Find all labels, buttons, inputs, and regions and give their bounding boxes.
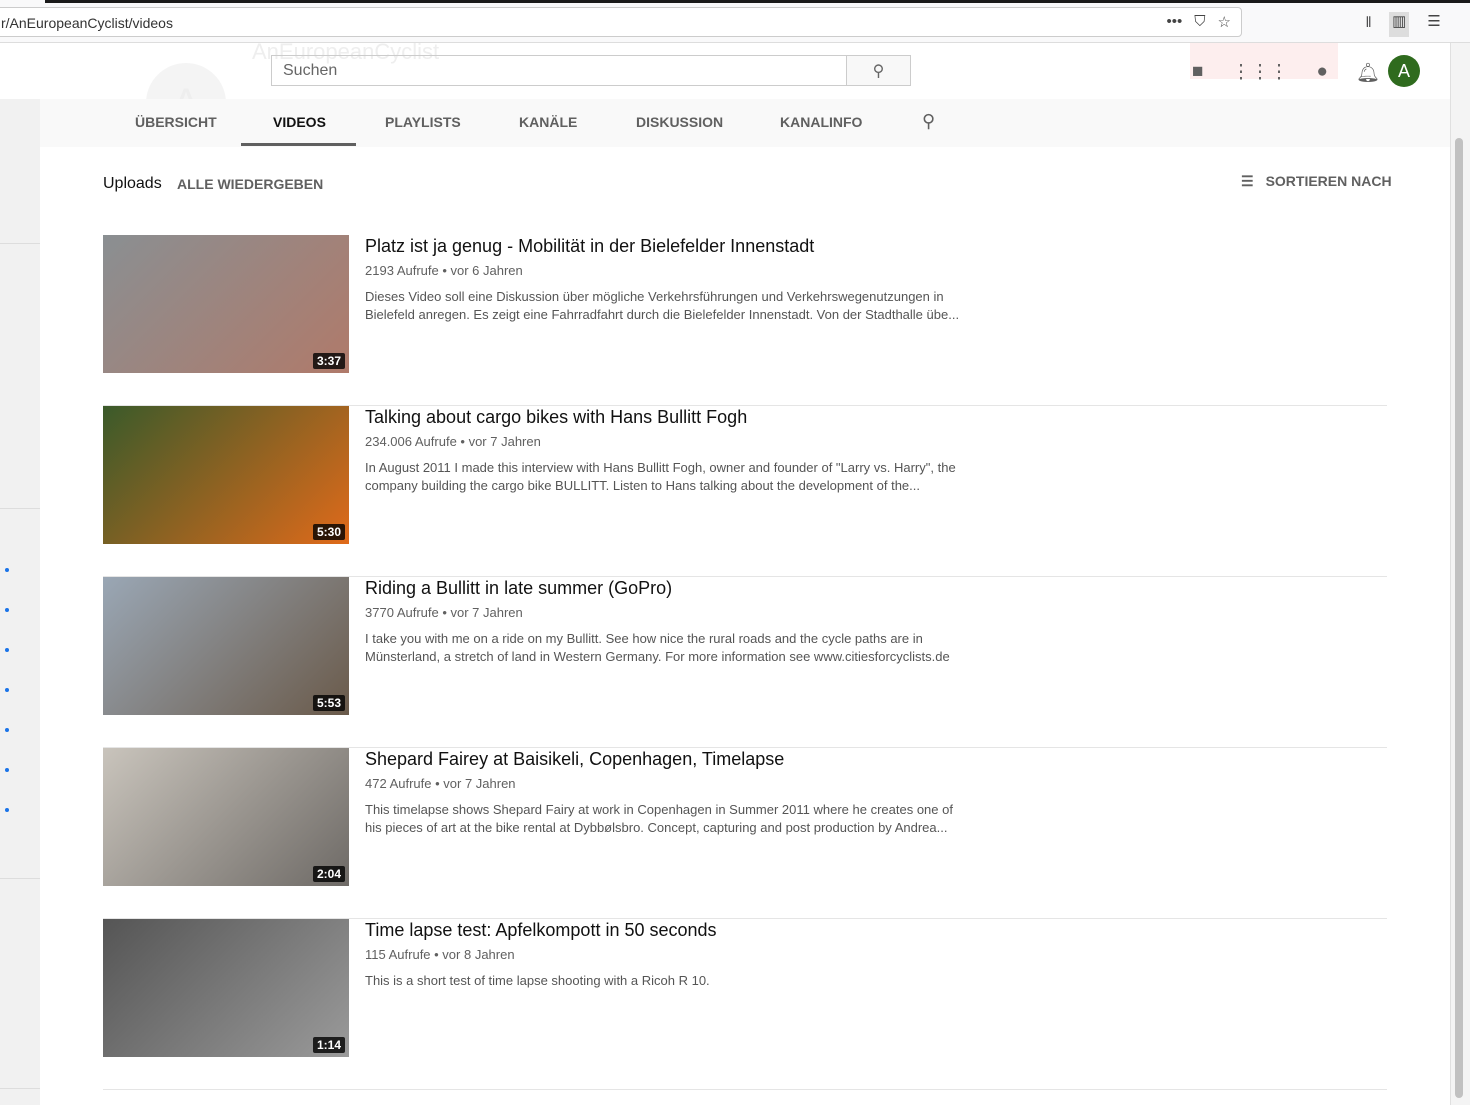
guide-sidebar bbox=[0, 99, 40, 1105]
video-title[interactable]: Talking about cargo bikes with Hans Bull… bbox=[365, 407, 747, 428]
video-meta: 2193 Aufrufe • vor 6 Jahren bbox=[365, 263, 523, 278]
tab-diskussion[interactable]: DISKUSSION bbox=[636, 114, 723, 130]
masthead: A AnEuropeanCyclist Suchen ⚲ ■ ⋮⋮⋮ ● 🔔︎ … bbox=[0, 39, 1450, 143]
browser-toolbar: r/AnEuropeanCyclist/videos ••• ⛉ ☆ 𝍪 ▥ ☰ bbox=[0, 0, 1470, 43]
video-duration: 5:53 bbox=[312, 695, 345, 711]
user-avatar[interactable]: A bbox=[1388, 55, 1420, 87]
uploads-heading: Uploads bbox=[103, 175, 162, 192]
channel-search-icon[interactable]: ⚲ bbox=[922, 111, 935, 132]
video-duration: 3:37 bbox=[312, 353, 345, 369]
play-all-button[interactable]: ALLE WIEDERGEBEN bbox=[177, 176, 323, 192]
scrollbar[interactable] bbox=[1450, 43, 1470, 1105]
tab-strip bbox=[45, 0, 1470, 3]
video-thumbnail[interactable]: 1:14 bbox=[103, 919, 349, 1057]
tab-playlists[interactable]: PLAYLISTS bbox=[385, 114, 461, 130]
video-row[interactable]: 2:04 Shepard Fairey at Baisikeli, Copenh… bbox=[103, 748, 1387, 919]
video-duration: 1:14 bbox=[312, 1037, 345, 1053]
search-input[interactable]: Suchen bbox=[271, 55, 847, 86]
video-row[interactable]: 5:53 Riding a Bullitt in late summer (Go… bbox=[103, 577, 1387, 748]
apps-grid-icon[interactable]: ⋮⋮⋮ bbox=[1231, 61, 1288, 85]
video-title[interactable]: Shepard Fairey at Baisikeli, Copenhagen,… bbox=[365, 749, 784, 770]
video-duration: 2:04 bbox=[312, 866, 345, 882]
tab-kanalinfo[interactable]: KANALINFO bbox=[780, 114, 862, 130]
address-bar[interactable]: r/AnEuropeanCyclist/videos ••• ⛉ ☆ bbox=[0, 7, 1242, 37]
channel-tabs: ÜBERSICHT VIDEOS PLAYLISTS KANÄLE DISKUS… bbox=[40, 99, 1450, 147]
sort-icon: ☰ bbox=[1241, 173, 1254, 189]
tab-videos[interactable]: VIDEOS bbox=[273, 114, 326, 130]
video-thumbnail[interactable]: 5:53 bbox=[103, 577, 349, 715]
sort-button[interactable]: ☰ SORTIEREN NACH bbox=[1241, 173, 1392, 190]
video-title[interactable]: Riding a Bullitt in late summer (GoPro) bbox=[365, 578, 672, 599]
menu-icon[interactable]: ☰ bbox=[1427, 12, 1440, 37]
video-meta: 472 Aufrufe • vor 7 Jahren bbox=[365, 776, 516, 791]
video-row[interactable]: 3:37 Platz ist ja genug - Mobilität in d… bbox=[103, 235, 1387, 406]
video-description: I take you with me on a ride on my Bulli… bbox=[365, 631, 950, 664]
notifications-bell-icon[interactable]: 🔔︎ bbox=[1356, 61, 1380, 85]
video-meta: 115 Aufrufe • vor 8 Jahren bbox=[365, 947, 515, 962]
tab-kanaele[interactable]: KANÄLE bbox=[519, 114, 577, 130]
sort-label: SORTIEREN NACH bbox=[1265, 173, 1392, 189]
create-video-icon[interactable]: ■ bbox=[1192, 61, 1203, 85]
video-row[interactable]: 5:30 Talking about cargo bikes with Hans… bbox=[103, 406, 1387, 577]
video-thumbnail[interactable]: 2:04 bbox=[103, 748, 349, 886]
video-description: This is a short test of time lapse shoot… bbox=[365, 973, 710, 988]
video-title[interactable]: Time lapse test: Apfelkompott in 50 seco… bbox=[365, 920, 717, 941]
bookmark-star-icon[interactable]: ☆ bbox=[1218, 13, 1231, 31]
library-icon[interactable]: 𝍪 bbox=[1366, 12, 1371, 37]
video-meta: 234.006 Aufrufe • vor 7 Jahren bbox=[365, 434, 541, 449]
video-description: Dieses Video soll eine Diskussion über m… bbox=[365, 289, 960, 322]
video-duration: 5:30 bbox=[312, 524, 345, 540]
video-thumbnail[interactable]: 3:37 bbox=[103, 235, 349, 373]
video-title[interactable]: Platz ist ja genug - Mobilität in der Bi… bbox=[365, 236, 814, 257]
messages-icon[interactable]: ● bbox=[1316, 61, 1327, 85]
more-icon[interactable]: ••• bbox=[1167, 13, 1183, 31]
search-icon: ⚲ bbox=[872, 63, 885, 80]
url-text: r/AnEuropeanCyclist/videos bbox=[1, 15, 173, 31]
video-thumbnail[interactable]: 5:30 bbox=[103, 406, 349, 544]
sidebar-icon[interactable]: ▥ bbox=[1389, 12, 1410, 37]
pocket-icon[interactable]: ⛉ bbox=[1194, 13, 1205, 31]
search-button[interactable]: ⚲ bbox=[846, 55, 911, 86]
video-description: This timelapse shows Shepard Fairy at wo… bbox=[365, 802, 953, 835]
video-description: In August 2011 I made this interview wit… bbox=[365, 460, 956, 493]
tab-uebersicht[interactable]: ÜBERSICHT bbox=[135, 114, 217, 130]
scrollbar-thumb[interactable] bbox=[1455, 138, 1463, 1098]
video-meta: 3770 Aufrufe • vor 7 Jahren bbox=[365, 605, 523, 620]
active-tab-indicator bbox=[241, 143, 356, 146]
video-row[interactable]: 1:14 Time lapse test: Apfelkompott in 50… bbox=[103, 919, 1387, 1090]
